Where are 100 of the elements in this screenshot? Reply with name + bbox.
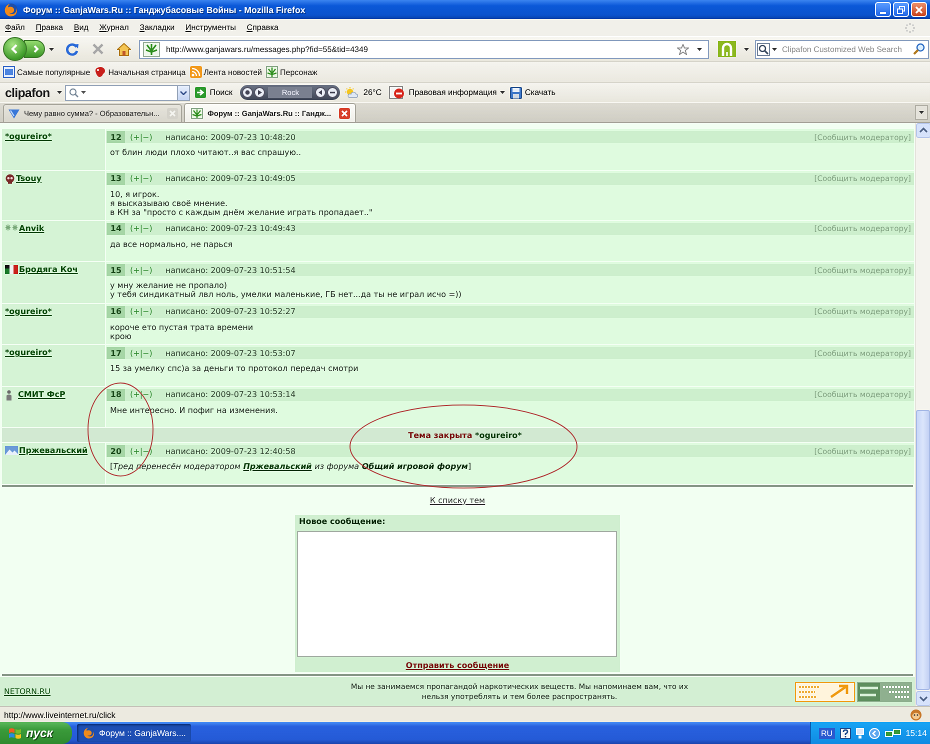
- author-link[interactable]: СМИТ ФсР: [18, 390, 66, 400]
- landscape-icon: [5, 446, 18, 455]
- help-icon[interactable]: [840, 728, 851, 738]
- temperature: 26°C: [363, 88, 382, 97]
- topic-list-link[interactable]: К списку тем: [430, 496, 486, 506]
- monitor-icon[interactable]: [856, 728, 864, 738]
- scroll-down-icon[interactable]: [916, 691, 930, 706]
- bookmark-item[interactable]: Самые популярные: [3, 66, 90, 78]
- tab-list-button[interactable]: [915, 105, 928, 120]
- network-icon[interactable]: [884, 728, 901, 738]
- message-text: да все нормально, не парься: [110, 240, 234, 248]
- menu-item[interactable]: Файл: [0, 23, 30, 32]
- vote-links[interactable]: (+|−): [130, 132, 152, 142]
- figure-icon: [5, 390, 13, 400]
- message-field[interactable]: [297, 530, 617, 656]
- legal-info-menu[interactable]: Правовая информация: [388, 86, 505, 99]
- home-icon[interactable]: [117, 42, 131, 56]
- author-link[interactable]: *ogureiro*: [5, 306, 52, 316]
- dropdown-button[interactable]: [176, 86, 189, 100]
- close-icon[interactable]: [339, 108, 350, 118]
- record-icon[interactable]: [242, 87, 254, 98]
- chevron-left-icon: [10, 44, 18, 54]
- post-number: 18: [107, 388, 125, 400]
- caret-icon[interactable]: [697, 48, 702, 50]
- vote-links[interactable]: (+|−): [130, 224, 152, 233]
- skull-icon: [5, 174, 15, 184]
- caret-icon[interactable]: [80, 91, 86, 94]
- firefox-icon: [4, 2, 18, 16]
- rewind-icon[interactable]: [315, 87, 326, 98]
- minus-icon[interactable]: [327, 87, 338, 98]
- minimize-button[interactable]: [875, 2, 891, 17]
- menu-item[interactable]: Справка: [241, 23, 284, 32]
- bookmark-item[interactable]: Персонаж: [266, 66, 318, 78]
- bookmark-item[interactable]: Начальная страница: [94, 66, 186, 78]
- start-button[interactable]: пуск: [0, 722, 72, 744]
- menu-item[interactable]: Закладки: [134, 23, 180, 32]
- author-link[interactable]: *ogureiro*: [5, 132, 52, 142]
- search-icon[interactable]: [913, 43, 925, 55]
- message-text: у мну желание не пропало) у тебя синдикатный лвл ноль, умелки маленькие, ГБ нет...да ты не играл исчо =)): [110, 281, 463, 299]
- post-date: написано: 2009-07-23 12:40:58: [165, 446, 296, 456]
- caret-icon[interactable]: [744, 48, 749, 50]
- author-link[interactable]: Бродяга Коч: [19, 265, 78, 275]
- author-link[interactable]: Пржевальский: [19, 446, 88, 456]
- star-icon[interactable]: [677, 44, 689, 54]
- author-link[interactable]: *ogureiro*: [5, 348, 52, 358]
- caret-icon[interactable]: [772, 48, 777, 50]
- taskbar-button[interactable]: Форум :: GanjaWars....: [77, 724, 191, 742]
- arrow-icon: [194, 87, 206, 98]
- post-number: 15: [107, 264, 125, 276]
- vote-links[interactable]: (+|−): [130, 348, 152, 358]
- chevron-left-icon[interactable]: [868, 728, 880, 738]
- post-number: 13: [107, 172, 125, 184]
- menu-item[interactable]: Вид: [68, 23, 94, 32]
- url-field[interactable]: http://www.ganjawars.ru/messages.php?fid=55&tid=4349: [139, 40, 709, 58]
- play-icon[interactable]: [254, 87, 266, 98]
- restore-button[interactable]: [893, 2, 909, 17]
- moderator-link[interactable]: Пржевальский: [243, 462, 312, 471]
- sparkles-icon: [5, 224, 18, 230]
- vote-links[interactable]: (+|−): [130, 307, 152, 316]
- triangle-icon: [8, 108, 20, 119]
- close-icon: [915, 6, 923, 14]
- menu-item[interactable]: Инструменты: [180, 23, 242, 32]
- close-button[interactable]: [911, 2, 927, 17]
- vote-links[interactable]: (+|−): [130, 174, 152, 183]
- rss-icon: [190, 66, 202, 78]
- clock: 15:14: [906, 728, 927, 738]
- back-button[interactable]: [3, 37, 27, 61]
- bookmark-item[interactable]: Лента новостей: [190, 66, 262, 78]
- search-button[interactable]: Поиск: [194, 87, 232, 98]
- author-link[interactable]: Anvik: [19, 224, 44, 234]
- scrollbar[interactable]: [915, 123, 930, 706]
- caret-icon[interactable]: [49, 48, 54, 50]
- scroll-thumb[interactable]: [916, 410, 930, 690]
- caret-icon[interactable]: [56, 91, 62, 94]
- smiley-icon[interactable]: [910, 708, 922, 720]
- menu-item[interactable]: Журнал: [94, 23, 134, 32]
- closed-label: Тема закрыта: [408, 430, 472, 440]
- sun-cloud-icon: [345, 87, 358, 98]
- author-link[interactable]: Tsouy: [16, 174, 42, 184]
- download-button[interactable]: Скачать: [510, 86, 556, 98]
- page-icon: [3, 66, 15, 78]
- clipafon-logo[interactable]: clipafon: [5, 86, 50, 100]
- forward-button[interactable]: [24, 40, 45, 58]
- search-field[interactable]: Clipafon Customized Web Search: [755, 40, 929, 58]
- search-field[interactable]: [64, 84, 190, 100]
- post-date: написано: 2009-07-23 10:51:54: [165, 266, 296, 274]
- caret-icon: [919, 111, 924, 114]
- vote-links[interactable]: (+|−): [130, 266, 152, 274]
- reload-icon[interactable]: [66, 42, 79, 56]
- post-date: написано: 2009-07-23 10:48:20: [165, 132, 296, 142]
- firefox-icon: [83, 727, 95, 739]
- language-indicator[interactable]: RU: [819, 728, 835, 738]
- send-message-link[interactable]: Отправить сообщение: [406, 660, 510, 670]
- message-text: от блин люди плохо читают..я вас спрашую..: [110, 148, 302, 157]
- menu-item[interactable]: Правка: [30, 23, 68, 32]
- scroll-up-icon[interactable]: [916, 123, 930, 138]
- search-icon[interactable]: [757, 42, 770, 56]
- counter-banner[interactable]: [857, 682, 912, 702]
- status-text: http://www.liveinternet.ru/click: [4, 710, 116, 720]
- blob-icon: [94, 66, 106, 78]
